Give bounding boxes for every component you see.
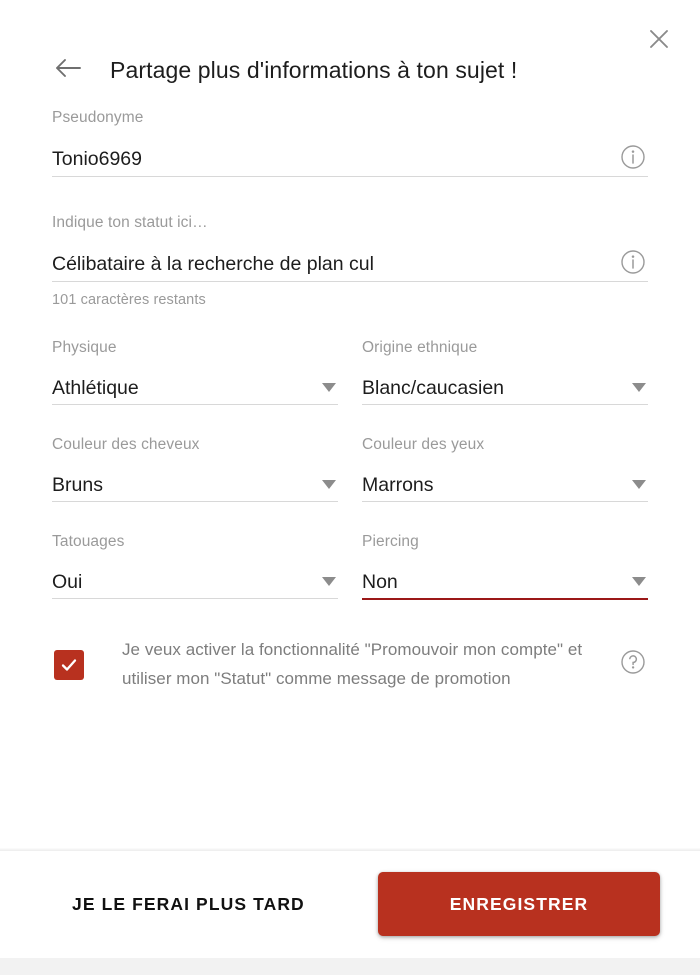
help-circle-icon bbox=[620, 649, 646, 680]
body-type-underline bbox=[52, 404, 338, 405]
promote-account-row: Je veux activer la fonctionnalité "Promo… bbox=[52, 636, 648, 693]
tattoos-label: Tatouages bbox=[52, 533, 125, 550]
piercing-select[interactable]: Piercing Non bbox=[362, 532, 648, 600]
body-type-label: Physique bbox=[52, 339, 117, 356]
appearance-row-1: Physique Athlétique Origine ethnique Bla… bbox=[52, 338, 648, 405]
status-field[interactable]: Indique ton statut ici… Célibataire à la… bbox=[52, 213, 648, 308]
eye-color-value: Marrons bbox=[362, 474, 434, 496]
promote-help-button[interactable] bbox=[618, 650, 648, 680]
tattoos-select[interactable]: Tatouages Oui bbox=[52, 532, 338, 600]
save-button[interactable]: ENREGISTRER bbox=[378, 872, 660, 936]
ethnicity-select[interactable]: Origine ethnique Blanc/caucasien bbox=[362, 338, 648, 405]
hair-color-underline bbox=[52, 501, 338, 502]
chevron-down-icon[interactable] bbox=[320, 475, 338, 493]
nickname-field[interactable]: Pseudonyme Tonio6969 bbox=[52, 108, 648, 177]
chevron-down-icon[interactable] bbox=[630, 378, 648, 396]
nickname-underline bbox=[52, 176, 648, 177]
eye-color-underline bbox=[362, 501, 648, 502]
dialog-footer: JE LE FERAI PLUS TARD ENREGISTRER bbox=[0, 851, 700, 958]
chevron-down-icon[interactable] bbox=[630, 475, 648, 493]
nickname-input[interactable]: Tonio6969 bbox=[52, 146, 618, 176]
info-circle-icon bbox=[620, 144, 646, 175]
page-title: Partage plus d'informations à ton sujet … bbox=[110, 56, 518, 83]
chevron-down-icon[interactable] bbox=[630, 572, 648, 590]
arrow-left-icon bbox=[54, 57, 82, 84]
back-button[interactable] bbox=[46, 48, 90, 92]
promote-account-checkbox[interactable] bbox=[54, 649, 84, 680]
tattoos-underline bbox=[52, 598, 338, 599]
nickname-label: Pseudonyme bbox=[52, 109, 144, 126]
appearance-row-3: Tatouages Oui Piercing Non bbox=[52, 532, 648, 600]
dialog-header: Partage plus d'informations à ton sujet … bbox=[0, 46, 700, 94]
hair-color-select[interactable]: Couleur des cheveux Bruns bbox=[52, 435, 338, 502]
info-circle-icon bbox=[620, 249, 646, 280]
body-type-select[interactable]: Physique Athlétique bbox=[52, 338, 338, 405]
ethnicity-label: Origine ethnique bbox=[362, 339, 478, 356]
body-type-value: Athlétique bbox=[52, 377, 139, 399]
promote-account-label: Je veux activer la fonctionnalité "Promo… bbox=[122, 640, 583, 688]
status-label: Indique ton statut ici… bbox=[52, 214, 208, 231]
chevron-down-icon[interactable] bbox=[320, 378, 338, 396]
ethnicity-underline bbox=[362, 404, 648, 405]
hair-color-value: Bruns bbox=[52, 474, 103, 496]
eye-color-select[interactable]: Couleur des yeux Marrons bbox=[362, 435, 648, 502]
piercing-label: Piercing bbox=[362, 533, 419, 550]
status-char-counter: 101 caractères restants bbox=[52, 292, 206, 308]
status-info-button[interactable] bbox=[618, 249, 648, 279]
piercing-underline bbox=[362, 598, 648, 600]
tattoos-value: Oui bbox=[52, 571, 83, 593]
nickname-info-button[interactable] bbox=[618, 144, 648, 174]
hair-color-label: Couleur des cheveux bbox=[52, 436, 200, 453]
piercing-value: Non bbox=[362, 571, 398, 593]
profile-form: Pseudonyme Tonio6969 Indique ton statut … bbox=[0, 108, 700, 693]
eye-color-label: Couleur des yeux bbox=[362, 436, 485, 453]
status-input[interactable]: Célibataire à la recherche de plan cul bbox=[52, 251, 618, 281]
bottom-strip bbox=[0, 958, 700, 975]
chevron-down-icon[interactable] bbox=[320, 572, 338, 590]
appearance-row-2: Couleur des cheveux Bruns Couleur des ye… bbox=[52, 435, 648, 502]
ethnicity-value: Blanc/caucasien bbox=[362, 377, 505, 399]
do-later-button[interactable]: JE LE FERAI PLUS TARD bbox=[72, 894, 305, 915]
profile-info-dialog: Partage plus d'informations à ton sujet … bbox=[0, 0, 700, 975]
